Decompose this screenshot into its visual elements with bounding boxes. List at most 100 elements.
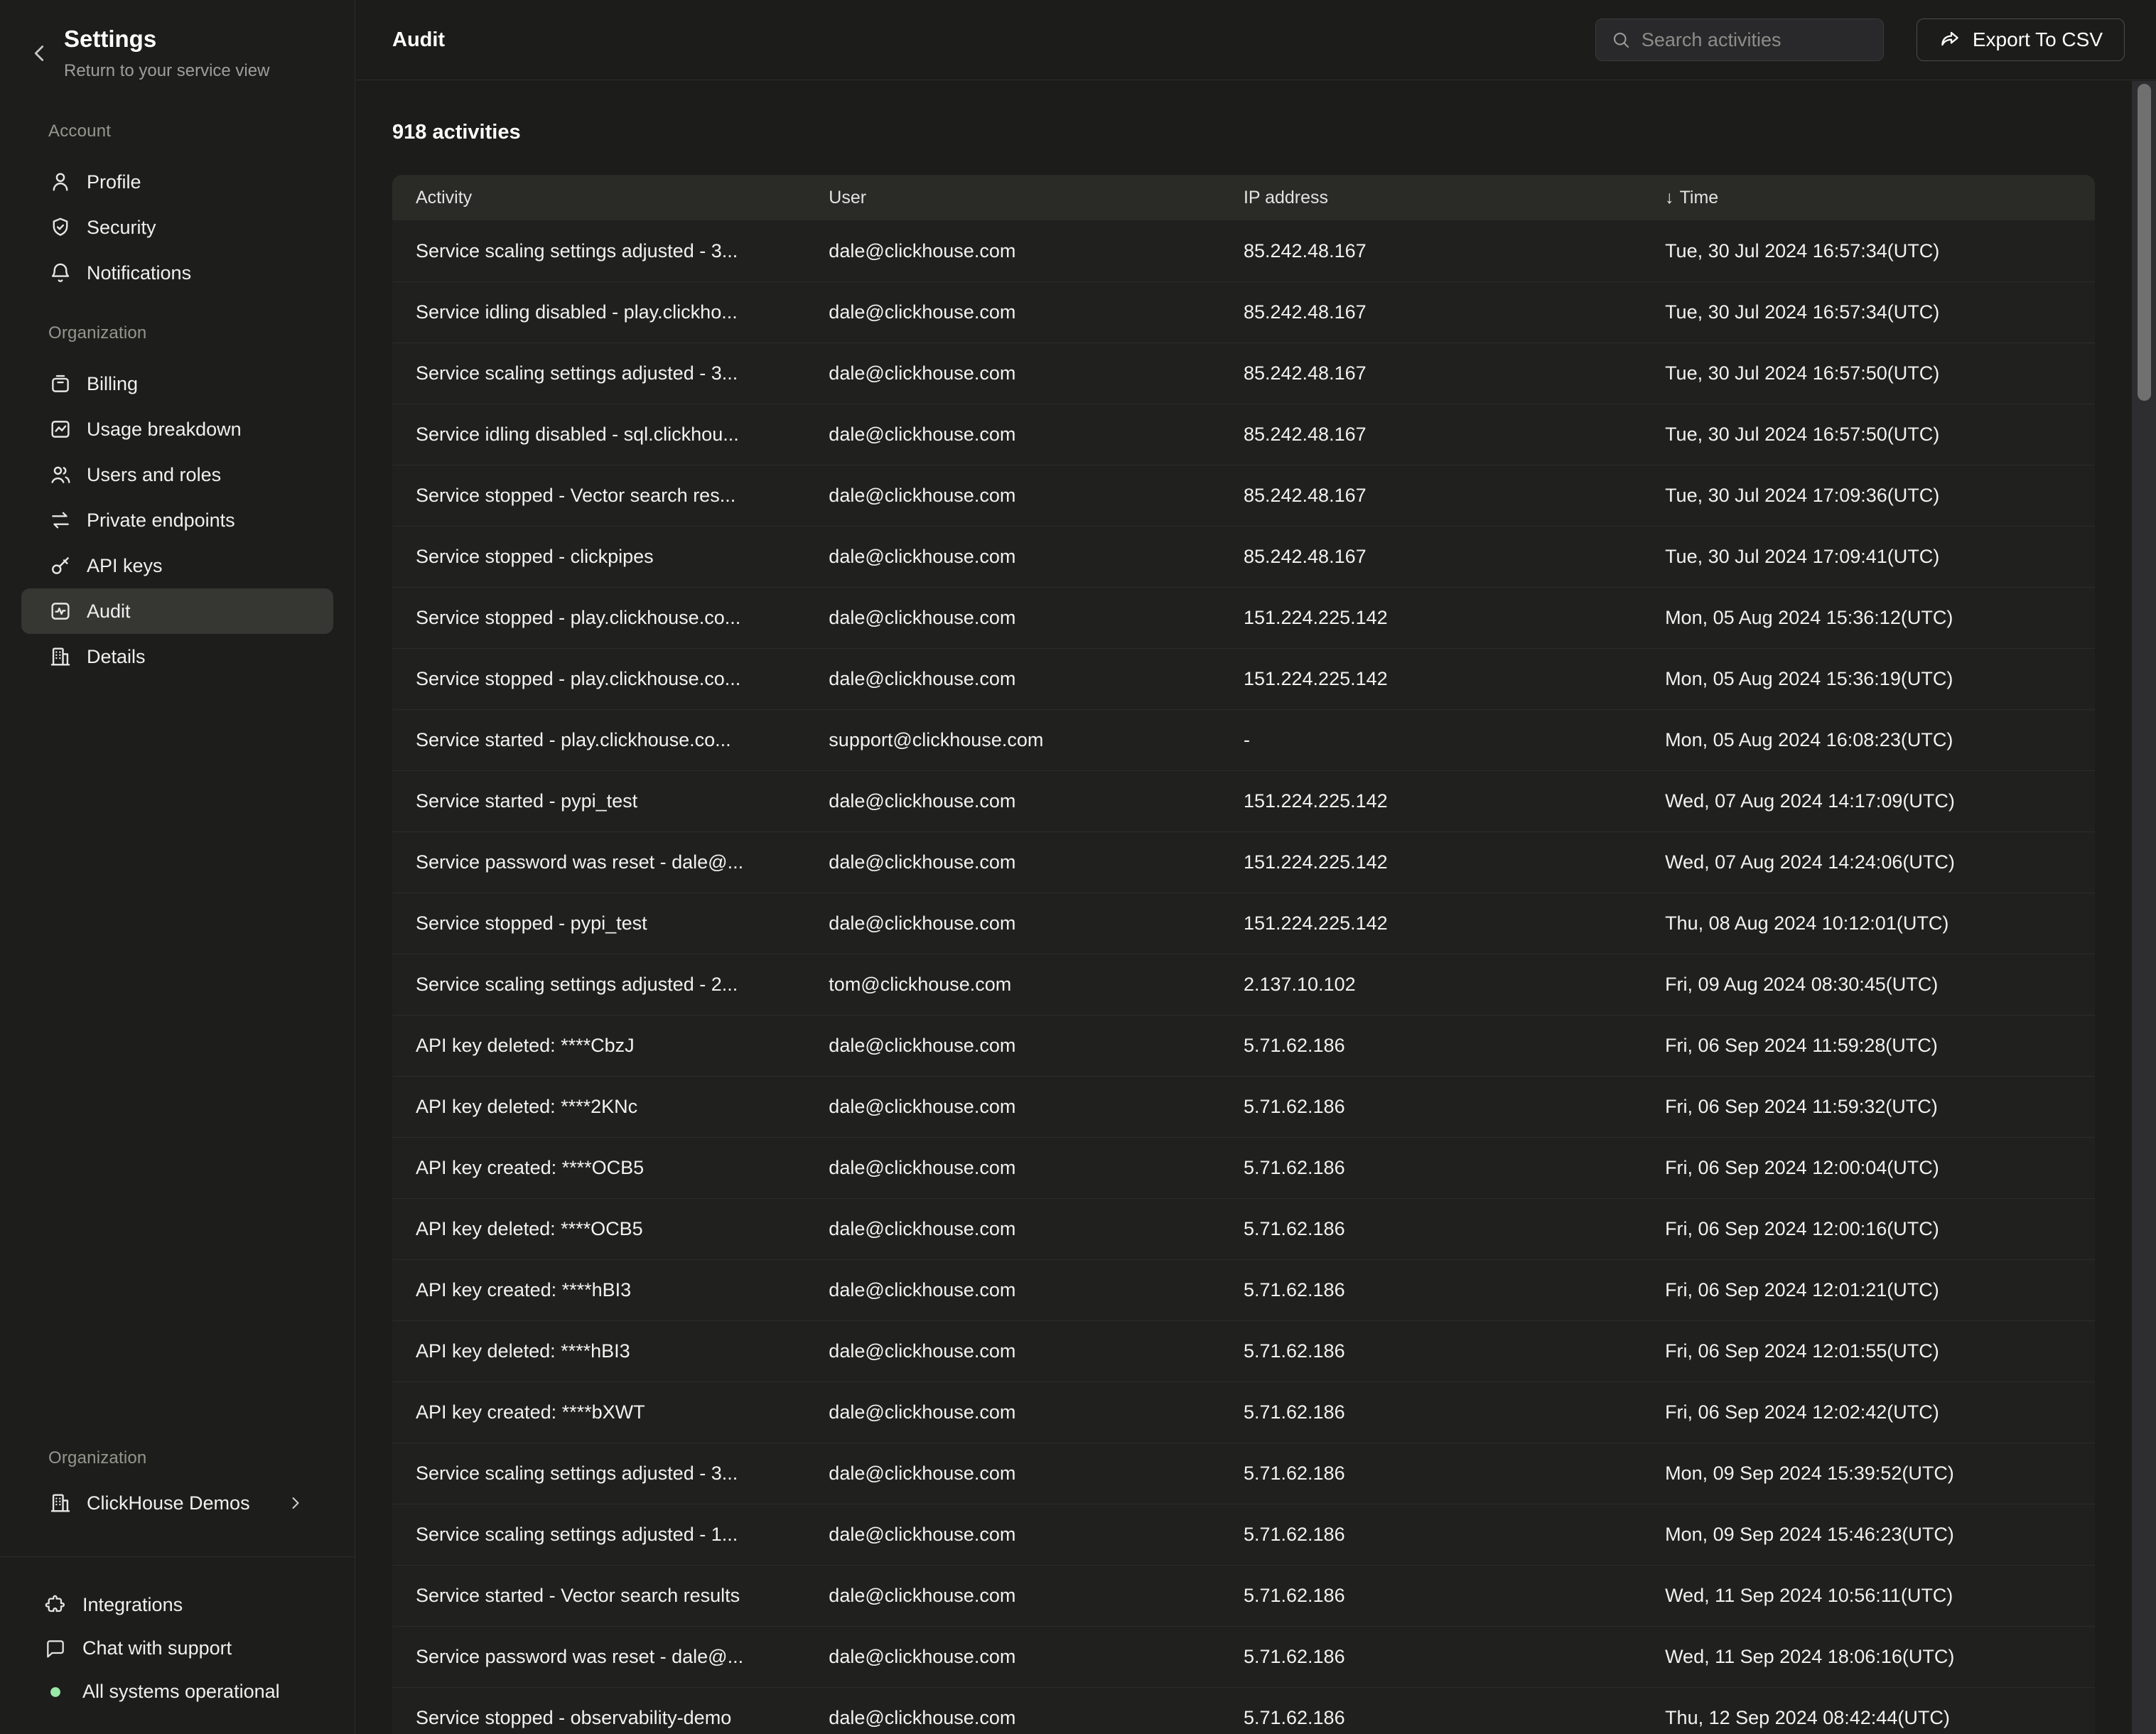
table-row[interactable]: Service idling disabled - play.clickho..… bbox=[392, 281, 2095, 343]
sidebar-item-notifications[interactable]: Notifications bbox=[21, 250, 333, 296]
time-cell: Mon, 05 Aug 2024 15:36:19(UTC) bbox=[1665, 668, 2095, 690]
user-cell: support@clickhouse.com bbox=[829, 729, 1244, 751]
table-row[interactable]: Service stopped - observability-demodale… bbox=[392, 1687, 2095, 1734]
ip-cell: 5.71.62.186 bbox=[1244, 1340, 1665, 1362]
sidebar-subtitle: Return to your service view bbox=[64, 61, 269, 81]
user-cell: dale@clickhouse.com bbox=[829, 485, 1244, 507]
sidebar-item-users-and-roles[interactable]: Users and roles bbox=[21, 452, 333, 497]
table-row[interactable]: Service scaling settings adjusted - 1...… bbox=[392, 1504, 2095, 1565]
time-cell: Fri, 06 Sep 2024 12:00:04(UTC) bbox=[1665, 1157, 2095, 1179]
footer-item-label: All systems operational bbox=[82, 1681, 280, 1703]
table-row[interactable]: Service scaling settings adjusted - 2...… bbox=[392, 954, 2095, 1015]
table-row[interactable]: Service password was reset - dale@...dal… bbox=[392, 1626, 2095, 1687]
usage-icon bbox=[48, 417, 72, 441]
table-row[interactable]: Service scaling settings adjusted - 3...… bbox=[392, 343, 2095, 404]
user-cell: dale@clickhouse.com bbox=[829, 1646, 1244, 1668]
sidebar-item-audit[interactable]: Audit bbox=[21, 588, 333, 634]
activity-cell: Service scaling settings adjusted - 3... bbox=[416, 240, 829, 262]
table-row[interactable]: API key deleted: ****hBI3dale@clickhouse… bbox=[392, 1320, 2095, 1382]
time-cell: Wed, 11 Sep 2024 10:56:11(UTC) bbox=[1665, 1585, 2095, 1607]
table-row[interactable]: API key deleted: ****2KNcdale@clickhouse… bbox=[392, 1076, 2095, 1137]
table-row[interactable]: Service scaling settings adjusted - 3...… bbox=[392, 220, 2095, 281]
scrollbar-thumb[interactable] bbox=[2138, 84, 2151, 401]
search-icon bbox=[1610, 29, 1632, 50]
topbar: Audit Export To CSV bbox=[356, 0, 2156, 80]
activities-count: 918 activities bbox=[392, 119, 2156, 145]
main-area: Audit Export To CSV 918 activities Activ… bbox=[356, 0, 2156, 1734]
table-row[interactable]: Service stopped - clickpipesdale@clickho… bbox=[392, 526, 2095, 587]
table-row[interactable]: API key created: ****bXWTdale@clickhouse… bbox=[392, 1382, 2095, 1443]
sidebar-item-profile[interactable]: Profile bbox=[21, 159, 333, 205]
table-row[interactable]: Service scaling settings adjusted - 3...… bbox=[392, 1443, 2095, 1504]
activity-cell: API key deleted: ****CbzJ bbox=[416, 1035, 829, 1057]
activity-cell: Service stopped - Vector search res... bbox=[416, 485, 829, 507]
sidebar-item-api-keys[interactable]: API keys bbox=[21, 543, 333, 588]
user-cell: dale@clickhouse.com bbox=[829, 362, 1244, 384]
table-header-row: ActivityUserIP address↓Time bbox=[392, 175, 2095, 220]
user-cell: dale@clickhouse.com bbox=[829, 546, 1244, 568]
sidebar-item-billing[interactable]: Billing bbox=[21, 361, 333, 406]
footer-item-integrations[interactable]: Integrations bbox=[0, 1583, 355, 1627]
column-header-ip-address[interactable]: IP address bbox=[1244, 188, 1665, 208]
table-row[interactable]: Service stopped - play.clickhouse.co...d… bbox=[392, 587, 2095, 648]
table-row[interactable]: Service stopped - play.clickhouse.co...d… bbox=[392, 648, 2095, 709]
bell-icon bbox=[48, 261, 72, 285]
table-row[interactable]: Service started - Vector search resultsd… bbox=[392, 1565, 2095, 1626]
time-cell: Mon, 09 Sep 2024 15:39:52(UTC) bbox=[1665, 1463, 2095, 1485]
puzzle-icon bbox=[44, 1594, 67, 1617]
table-row[interactable]: API key created: ****OCB5dale@clickhouse… bbox=[392, 1137, 2095, 1198]
key-icon bbox=[48, 554, 72, 578]
footer-item-all-systems-operational[interactable]: All systems operational bbox=[0, 1670, 355, 1713]
table-row[interactable]: Service stopped - pypi_testdale@clickhou… bbox=[392, 893, 2095, 954]
activity-cell: Service scaling settings adjusted - 3... bbox=[416, 1463, 829, 1485]
sidebar-item-usage-breakdown[interactable]: Usage breakdown bbox=[21, 406, 333, 452]
time-cell: Fri, 06 Sep 2024 11:59:32(UTC) bbox=[1665, 1096, 2095, 1118]
scrollbar-track[interactable] bbox=[2132, 81, 2156, 1734]
sidebar-item-private-endpoints[interactable]: Private endpoints bbox=[21, 497, 333, 543]
time-cell: Tue, 30 Jul 2024 17:09:36(UTC) bbox=[1665, 485, 2095, 507]
sidebar-item-details[interactable]: Details bbox=[21, 634, 333, 679]
search-activities-box[interactable] bbox=[1595, 18, 1884, 61]
column-header-time[interactable]: ↓Time bbox=[1665, 188, 2095, 208]
footer-item-chat-with-support[interactable]: Chat with support bbox=[0, 1627, 355, 1670]
ip-cell: 85.242.48.167 bbox=[1244, 424, 1665, 446]
ip-cell: 85.242.48.167 bbox=[1244, 546, 1665, 568]
ip-cell: 151.224.225.142 bbox=[1244, 912, 1665, 935]
table-row[interactable]: Service idling disabled - sql.clickhou..… bbox=[392, 404, 2095, 465]
sidebar-item-security[interactable]: Security bbox=[21, 205, 333, 250]
table-row[interactable]: API key deleted: ****CbzJdale@clickhouse… bbox=[392, 1015, 2095, 1076]
activity-cell: Service password was reset - dale@... bbox=[416, 1646, 829, 1668]
chevron-left-icon bbox=[26, 40, 53, 67]
export-to-csv-button[interactable]: Export To CSV bbox=[1917, 18, 2125, 61]
ip-cell: 151.224.225.142 bbox=[1244, 851, 1665, 873]
back-button[interactable] bbox=[26, 40, 53, 67]
time-cell: Fri, 06 Sep 2024 12:01:55(UTC) bbox=[1665, 1340, 2095, 1362]
ip-cell: 5.71.62.186 bbox=[1244, 1157, 1665, 1179]
activity-cell: API key deleted: ****OCB5 bbox=[416, 1218, 829, 1240]
sidebar-item-label: Profile bbox=[87, 171, 141, 193]
table-row[interactable]: Service stopped - Vector search res...da… bbox=[392, 465, 2095, 526]
ip-cell: 151.224.225.142 bbox=[1244, 790, 1665, 812]
table-row[interactable]: Service started - play.clickhouse.co...s… bbox=[392, 709, 2095, 770]
ip-cell: 85.242.48.167 bbox=[1244, 301, 1665, 323]
building-icon bbox=[48, 1491, 72, 1515]
section-header-organization-footer: Organization bbox=[48, 1446, 355, 1470]
user-cell: dale@clickhouse.com bbox=[829, 912, 1244, 935]
activity-cell: Service stopped - observability-demo bbox=[416, 1707, 829, 1729]
shield-icon bbox=[48, 215, 72, 239]
table-row[interactable]: API key created: ****hBI3dale@clickhouse… bbox=[392, 1259, 2095, 1320]
column-header-user[interactable]: User bbox=[829, 188, 1244, 208]
search-input[interactable] bbox=[1642, 29, 1870, 51]
table-row[interactable]: Service password was reset - dale@...dal… bbox=[392, 831, 2095, 893]
org-switcher-clickhouse-demos[interactable]: ClickHouse Demos bbox=[21, 1480, 333, 1526]
ip-cell: 85.242.48.167 bbox=[1244, 240, 1665, 262]
activity-cell: API key created: ****bXWT bbox=[416, 1401, 829, 1423]
table-row[interactable]: Service started - pypi_testdale@clickhou… bbox=[392, 770, 2095, 831]
users-icon bbox=[48, 463, 72, 487]
column-header-activity[interactable]: Activity bbox=[416, 188, 829, 208]
table-row[interactable]: API key deleted: ****OCB5dale@clickhouse… bbox=[392, 1198, 2095, 1259]
user-cell: dale@clickhouse.com bbox=[829, 1035, 1244, 1057]
activity-cell: Service stopped - pypi_test bbox=[416, 912, 829, 935]
settings-sidebar: Settings Return to your service view Acc… bbox=[0, 0, 355, 1734]
ip-cell: 151.224.225.142 bbox=[1244, 668, 1665, 690]
